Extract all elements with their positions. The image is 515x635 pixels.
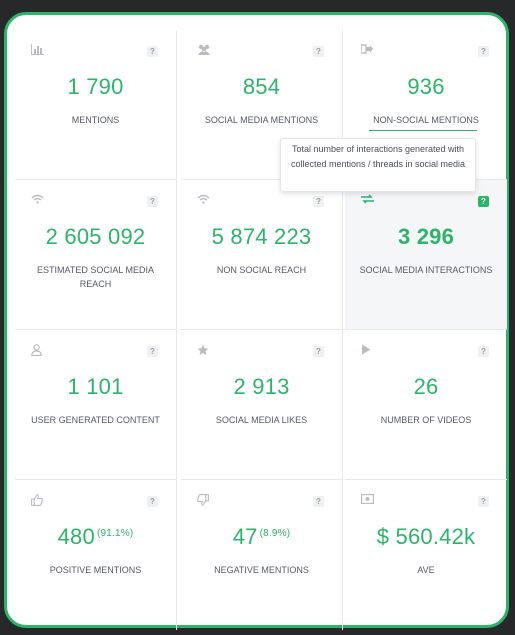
metric-label: NON-SOCIAL MENTIONS [373, 115, 479, 125]
help-icon[interactable]: ? [313, 496, 324, 507]
metric-label: SOCIAL MEDIA INTERACTIONS [359, 265, 493, 275]
play-icon [361, 344, 375, 358]
wifi-icon [31, 194, 45, 208]
help-icon[interactable]: ? [147, 346, 158, 357]
thumbs-up-icon [31, 494, 45, 508]
metric-card-social-media-likes: ? 2 913 SOCIAL MEDIA LIKES [181, 330, 343, 480]
metric-label: SOCIAL MEDIA MENTIONS [204, 115, 319, 125]
metric-value-group: 480 (91.1%) [15, 524, 176, 550]
money-icon [361, 494, 375, 508]
metric-card-social-media-interactions: ? 3 296 SOCIAL MEDIA INTERACTIONS [345, 180, 507, 330]
metric-label: USER GENERATED CONTENT [31, 415, 160, 425]
metric-card-mentions: ? 1 790 MENTIONS [15, 30, 177, 180]
metric-card-ave: ? $ 560.42k AVE [345, 480, 507, 630]
metric-value: 1 790 [67, 74, 124, 99]
wifi-icon [197, 194, 211, 208]
tooltip: Total number of interactions generated w… [280, 138, 476, 192]
metric-percentage: (8.9%) [259, 527, 291, 539]
metric-value-group: 47 (8.9%) [181, 524, 342, 550]
help-icon[interactable]: ? [478, 346, 489, 357]
exchange-icon [361, 194, 375, 208]
metric-label: NUMBER OF VIDEOS [380, 415, 472, 425]
metric-value: 47 [232, 524, 258, 549]
help-icon[interactable]: ? [478, 496, 489, 507]
metric-value: 1 101 [67, 374, 124, 399]
metric-card-user-generated-content: ? 1 101 USER GENERATED CONTENT [15, 330, 177, 480]
star-icon [197, 344, 211, 358]
metric-label: AVE [417, 565, 435, 575]
metric-value: 2 913 [233, 374, 290, 399]
metric-label: NON SOCIAL REACH [216, 265, 307, 275]
thumbs-down-icon [197, 494, 211, 508]
metric-value: 26 [413, 374, 439, 399]
help-icon[interactable]: ? [478, 46, 489, 57]
metric-value: 854 [242, 74, 281, 99]
metric-label: POSITIVE MENTIONS [49, 565, 142, 575]
metric-card-estimated-social-media-reach: ? 2 605 092 ESTIMATED SOCIAL MEDIA REACH [15, 180, 177, 330]
bar-chart-icon [31, 44, 45, 58]
metrics-grid: ? 1 790 MENTIONS ? 854 SOCIAL MEDIA MENT… [15, 15, 510, 635]
metric-value: 5 874 223 [211, 224, 312, 249]
help-icon[interactable]: ? [313, 46, 324, 57]
help-icon[interactable]: ? [478, 196, 489, 207]
metric-value: 936 [407, 74, 445, 99]
users-icon [197, 44, 211, 58]
metric-card-negative-mentions: ? 47 (8.9%) NEGATIVE MENTIONS [181, 480, 343, 630]
user-icon [31, 344, 45, 358]
help-icon[interactable]: ? [147, 46, 158, 57]
metric-card-number-of-videos: ? 26 NUMBER OF VIDEOS [345, 330, 507, 480]
metric-percentage: (91.1%) [96, 527, 134, 539]
metric-label: NEGATIVE MENTIONS [214, 565, 309, 575]
metric-label: MENTIONS [71, 115, 120, 125]
metric-value: $ 560.42k [376, 524, 476, 549]
metric-value: 3 296 [397, 224, 455, 249]
metric-card-positive-mentions: ? 480 (91.1%) POSITIVE MENTIONS [15, 480, 177, 630]
metric-value: 2 605 092 [45, 224, 146, 249]
metric-label: ESTIMATED SOCIAL MEDIA REACH [36, 265, 155, 289]
metric-label: SOCIAL MEDIA LIKES [215, 415, 308, 425]
tooltip-accent-line [369, 130, 477, 131]
help-icon[interactable]: ? [313, 346, 324, 357]
help-icon[interactable]: ? [313, 196, 324, 207]
help-icon[interactable]: ? [147, 496, 158, 507]
help-icon[interactable]: ? [147, 196, 158, 207]
metric-value: 480 [57, 524, 95, 549]
sign-out-icon [361, 44, 375, 58]
metric-card-non-social-reach: ? 5 874 223 NON SOCIAL REACH [181, 180, 343, 330]
